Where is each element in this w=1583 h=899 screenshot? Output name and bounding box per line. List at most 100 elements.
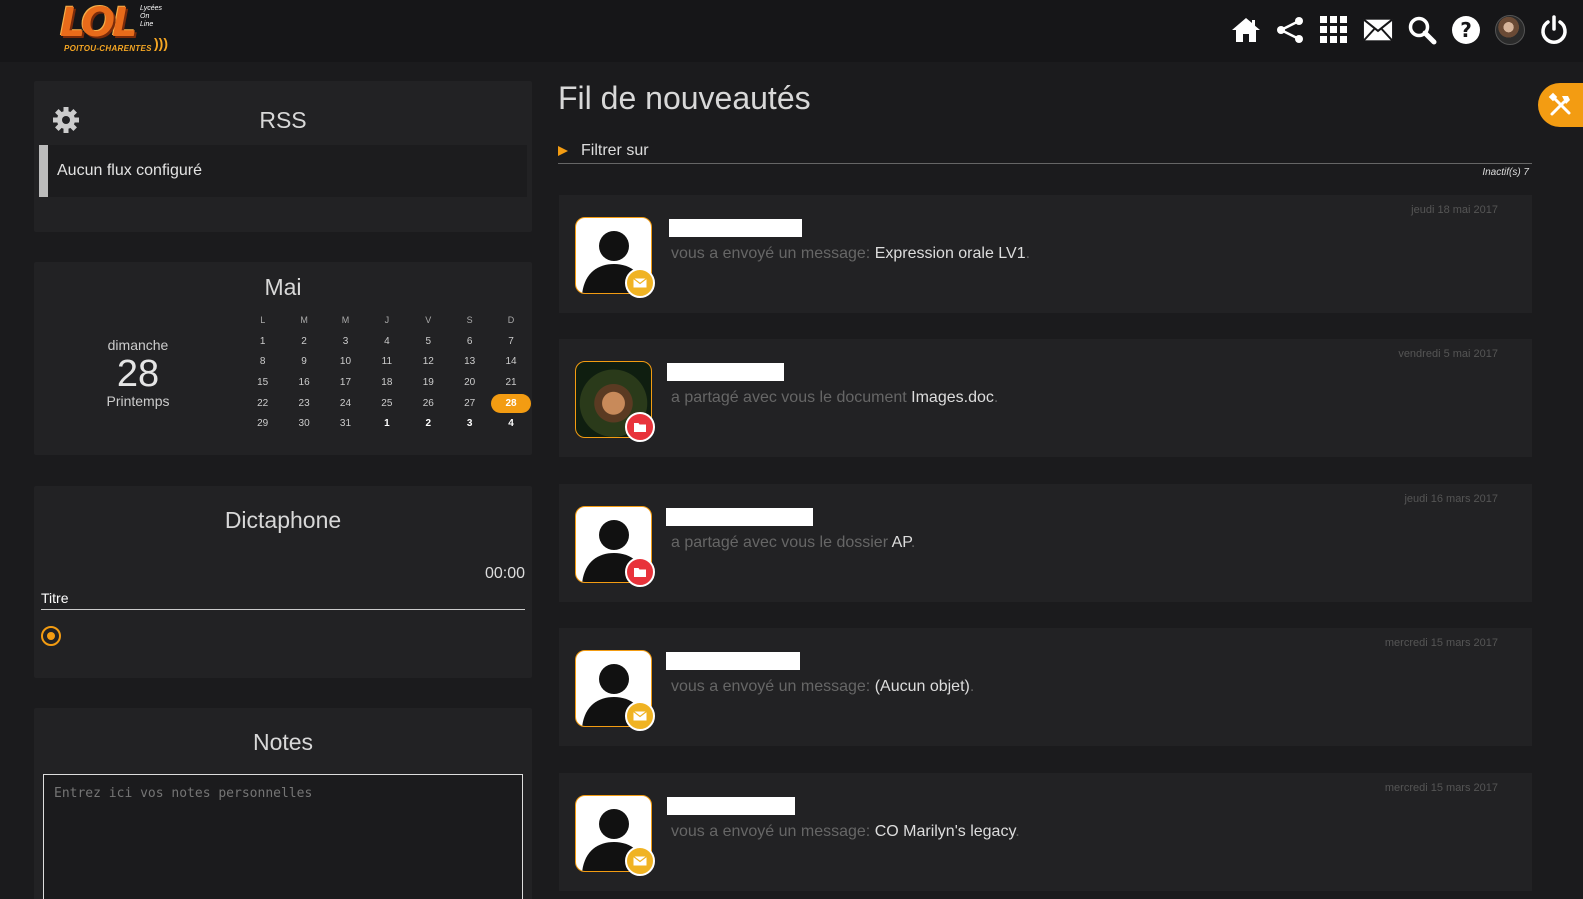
calendar-day[interactable]: 18	[366, 372, 407, 393]
calendar-day[interactable]: 6	[449, 331, 490, 352]
recording-title-label[interactable]: Titre	[41, 590, 68, 606]
calendar-day[interactable]: 24	[325, 393, 366, 414]
logo-sub: Lycées On Line	[140, 5, 163, 28]
feed-item-text: vous a envoyé un message: Expression ora…	[671, 245, 1031, 262]
top-bar: LOL Lycées On Line POITOU-CHARENTES ))) …	[0, 0, 1583, 62]
recording-title-underline	[41, 609, 525, 610]
weekday-header: D	[507, 315, 515, 326]
calendar-day[interactable]: 16	[283, 372, 324, 393]
calendar-day-next-month[interactable]: 1	[366, 413, 407, 434]
apps-grid-icon[interactable]	[1319, 14, 1349, 46]
feed-filter-toggle[interactable]: Filtrer sur	[558, 141, 1532, 164]
calendar-day[interactable]: 5	[408, 331, 449, 352]
calendar-day[interactable]: 11	[366, 351, 407, 372]
feed-item[interactable]: a partagé avec vous le dossier AP. jeudi…	[559, 484, 1532, 602]
calendar-day[interactable]: 3	[325, 331, 366, 352]
record-button[interactable]	[41, 626, 61, 646]
calendar-day[interactable]: 14	[490, 351, 531, 372]
feed-item-text: vous a envoyé un message: CO Marilyn's l…	[671, 823, 1020, 840]
sender-name-redacted	[666, 508, 813, 526]
share-icon[interactable]	[1275, 14, 1305, 46]
calendar-day[interactable]: 4	[366, 331, 407, 352]
calendar-week: 15 16 17 18 19 20 21	[242, 372, 532, 393]
notes-widget: Notes	[34, 708, 532, 899]
calendar-month: Mai	[264, 274, 302, 300]
feed-item-link[interactable]: Expression orale LV1	[875, 245, 1026, 262]
calendar-day[interactable]: 23	[283, 393, 324, 414]
calendar-day-next-month[interactable]: 4	[490, 413, 531, 434]
feed-item-date: jeudi 16 mars 2017	[1404, 493, 1498, 505]
current-season: Printemps	[106, 393, 170, 409]
calendar-day[interactable]: 25	[366, 393, 407, 414]
feed-item-link[interactable]: Images.doc	[911, 389, 994, 406]
weekday-header: J	[384, 315, 390, 326]
feed-item-link[interactable]: (Aucun objet)	[875, 678, 970, 695]
calendar-day[interactable]: 13	[449, 351, 490, 372]
calendar-day[interactable]: 7	[490, 331, 531, 352]
tools-button[interactable]	[1538, 83, 1583, 127]
tools-icon	[1548, 92, 1571, 116]
lol-logo[interactable]: LOL Lycées On Line POITOU-CHARENTES )))	[56, 0, 176, 60]
calendar-day[interactable]: 10	[325, 351, 366, 372]
power-icon[interactable]	[1539, 14, 1569, 46]
feed-item[interactable]: vous a envoyé un message: (Aucun objet).…	[559, 628, 1532, 746]
triangle-right-icon	[558, 146, 568, 156]
calendar-day-today[interactable]: 28	[490, 393, 532, 414]
calendar-day-next-month[interactable]: 3	[449, 413, 490, 434]
help-icon[interactable]: ?	[1451, 14, 1481, 46]
calendar-day[interactable]: 19	[408, 372, 449, 393]
search-icon[interactable]	[1407, 14, 1437, 46]
calendar-widget: Mai dimanche 28 Printemps L M M J V S D …	[34, 262, 532, 455]
calendar-header-row: L M M J V S D	[242, 310, 532, 331]
calendar-day[interactable]: 8	[242, 351, 283, 372]
feed-item-date: mercredi 15 mars 2017	[1384, 637, 1498, 649]
calendar-day[interactable]: 1	[242, 331, 283, 352]
weekday-header: V	[425, 315, 432, 326]
recording-timer: 00:00	[484, 565, 525, 582]
logo-main: LOL	[60, 0, 138, 46]
logo-region: POITOU-CHARENTES	[64, 44, 152, 53]
mail-badge-icon	[625, 846, 655, 876]
calendar-day[interactable]: 12	[408, 351, 449, 372]
mail-badge-icon	[625, 268, 655, 298]
mail-icon[interactable]	[1363, 14, 1393, 46]
home-icon[interactable]	[1231, 14, 1261, 46]
calendar-day[interactable]: 27	[449, 393, 490, 414]
calendar-day[interactable]: 29	[242, 413, 283, 434]
calendar-grid: L M M J V S D 1 2 3 4 5 6 7 8 9 10 11 12…	[242, 310, 532, 434]
calendar-day[interactable]: 26	[408, 393, 449, 414]
calendar-day[interactable]: 31	[325, 413, 366, 434]
main-nav: ?	[1231, 14, 1569, 46]
dictaphone-title: Dictaphone	[224, 507, 342, 533]
current-date: dimanche 28 Printemps	[74, 337, 202, 409]
folder-badge-icon	[625, 412, 655, 442]
weekday-header: S	[466, 315, 473, 326]
feed-item[interactable]: a partagé avec vous le document Images.d…	[559, 339, 1532, 457]
feed-item-link[interactable]: CO Marilyn's legacy	[875, 823, 1016, 840]
rss-widget: RSS Aucun flux configuré	[34, 81, 532, 232]
calendar-day[interactable]: 15	[242, 372, 283, 393]
calendar-day[interactable]: 21	[490, 372, 531, 393]
page-title: Fil de nouveautés	[558, 80, 811, 116]
avatar[interactable]	[1495, 14, 1525, 46]
calendar-day[interactable]: 30	[283, 413, 324, 434]
calendar-day[interactable]: 20	[449, 372, 490, 393]
sender-name-redacted	[667, 363, 784, 381]
current-weekday: dimanche	[107, 337, 169, 353]
calendar-day[interactable]: 2	[283, 331, 324, 352]
calendar-day[interactable]: 22	[242, 393, 283, 414]
rss-feed-list: Aucun flux configuré	[39, 145, 527, 197]
dictaphone-widget: Dictaphone 00:00 Titre	[34, 486, 532, 678]
feed-item[interactable]: vous a envoyé un message: Expression ora…	[559, 195, 1532, 313]
current-day: 28	[116, 353, 160, 395]
calendar-day[interactable]: 9	[283, 351, 324, 372]
feed-item-link[interactable]: AP	[892, 534, 911, 551]
sender-name-redacted	[666, 652, 800, 670]
feed-item[interactable]: vous a envoyé un message: CO Marilyn's l…	[559, 773, 1532, 891]
calendar-day[interactable]: 17	[325, 372, 366, 393]
notes-textarea[interactable]	[43, 774, 523, 899]
rss-empty-message: Aucun flux configuré	[57, 162, 202, 179]
today-highlight: 28	[491, 393, 532, 413]
calendar-week: 8 9 10 11 12 13 14	[242, 351, 532, 372]
calendar-day-next-month[interactable]: 2	[408, 413, 449, 434]
